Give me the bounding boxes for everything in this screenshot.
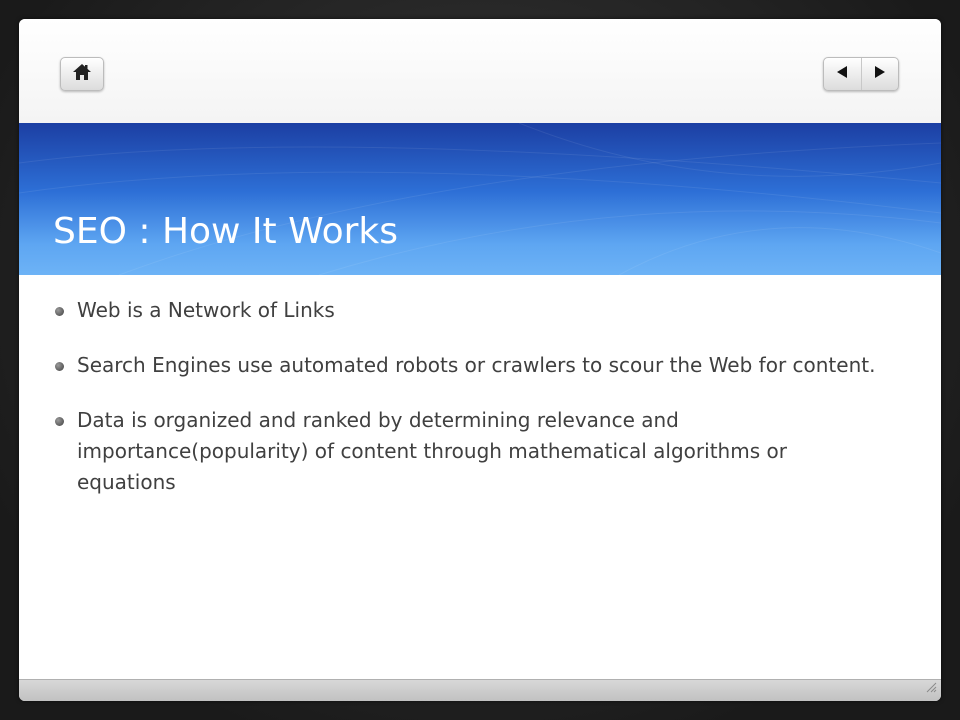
bullet-text: Search Engines use automated robots or c…	[77, 353, 876, 377]
bullet-text: Data is organized and ranked by determin…	[77, 408, 787, 494]
home-button[interactable]	[60, 57, 104, 91]
next-slide-button[interactable]	[860, 58, 899, 90]
slide-header-area	[19, 19, 941, 123]
bullet-text: Web is a Network of Links	[77, 298, 335, 322]
bullet-item: Data is organized and ranked by determin…	[53, 405, 883, 498]
triangle-left-icon	[835, 65, 849, 84]
previous-slide-button[interactable]	[824, 58, 861, 90]
slide-content: Web is a Network of Links Search Engines…	[53, 295, 883, 522]
slide-navigation	[823, 57, 899, 91]
presentation-stage: SEO : How It Works Web is a Network of L…	[0, 0, 960, 720]
slide: SEO : How It Works Web is a Network of L…	[19, 19, 941, 701]
slide-title: SEO : How It Works	[53, 211, 399, 252]
decorative-lines	[19, 123, 941, 275]
triangle-right-icon	[873, 65, 887, 84]
bullet-dot-icon	[55, 417, 64, 426]
bullet-item: Search Engines use automated robots or c…	[53, 350, 883, 381]
bullet-list: Web is a Network of Links Search Engines…	[53, 295, 883, 498]
title-band: SEO : How It Works	[19, 123, 941, 275]
home-icon	[72, 63, 92, 86]
resize-grip-icon[interactable]	[925, 680, 937, 698]
bullet-dot-icon	[55, 362, 64, 371]
slide-footer-bar	[19, 679, 941, 701]
bullet-item: Web is a Network of Links	[53, 295, 883, 326]
bullet-dot-icon	[55, 307, 64, 316]
